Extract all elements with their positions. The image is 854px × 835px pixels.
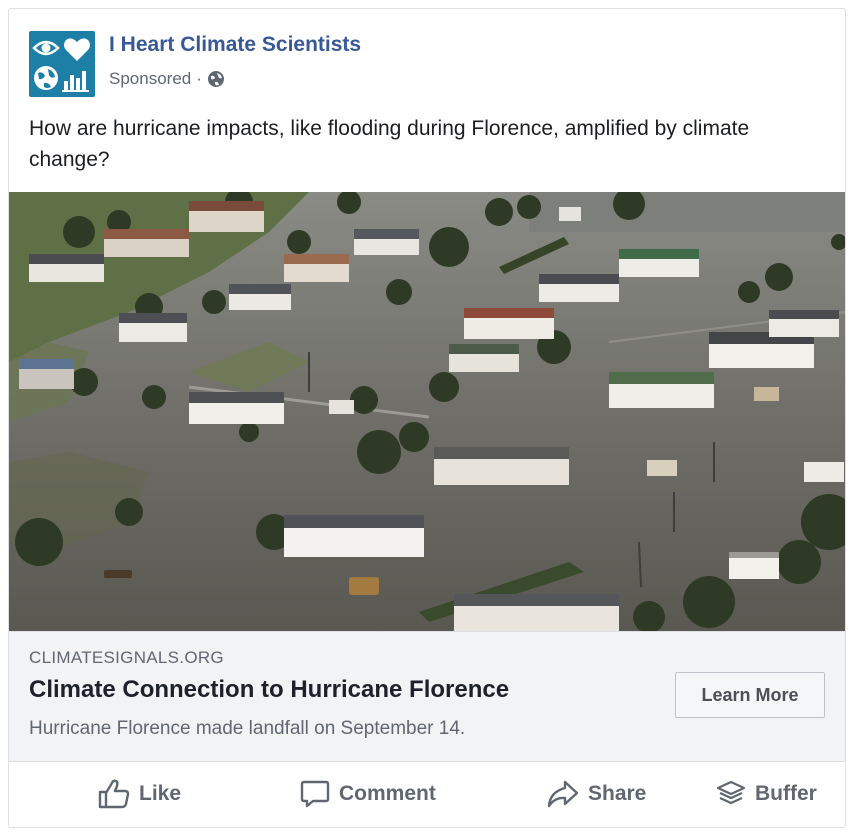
link-headline[interactable]: Climate Connection to Hurricane Florence <box>29 676 509 704</box>
meta-separator: · <box>196 69 202 88</box>
buffer-label: Buffer <box>755 782 817 805</box>
buffer-icon <box>716 780 746 805</box>
post-action-bar: Like Comment Share Buffer <box>9 761 845 827</box>
share-icon <box>547 780 579 808</box>
share-button[interactable]: Share <box>546 761 646 827</box>
page-logo <box>32 38 90 92</box>
link-description: Hurricane Florence made landfall on Sept… <box>29 718 466 739</box>
thumbs-up-icon <box>98 779 130 809</box>
comment-button[interactable]: Comment <box>299 761 436 827</box>
post-meta: Sponsored · <box>109 69 225 89</box>
chart-icon <box>62 71 89 92</box>
link-domain: CLIMATESIGNALS.ORG <box>29 648 224 667</box>
page-avatar[interactable] <box>29 31 95 97</box>
share-label: Share <box>588 782 647 805</box>
page-name-link[interactable]: I Heart Climate Scientists <box>109 33 361 57</box>
heart-icon <box>64 38 90 61</box>
eye-icon <box>32 40 60 56</box>
post-message: How are hurricane impacts, like flooding… <box>29 117 750 171</box>
comment-icon <box>300 780 330 808</box>
flood-aerial-photo[interactable] <box>9 192 845 631</box>
buffer-button[interactable]: Buffer <box>715 761 817 827</box>
learn-more-button[interactable]: Learn More <box>675 672 825 718</box>
public-globe-icon[interactable] <box>207 70 225 88</box>
link-preview[interactable]: CLIMATESIGNALS.ORG Climate Connection to… <box>9 631 845 762</box>
sponsored-label[interactable]: Sponsored <box>109 69 191 89</box>
comment-label: Comment <box>339 782 436 805</box>
globe-icon <box>34 66 58 90</box>
like-label: Like <box>139 782 182 805</box>
post-header: I Heart Climate Scientists Sponsored · <box>29 29 825 99</box>
sponsored-post-card: I Heart Climate Scientists Sponsored · H… <box>8 8 846 828</box>
like-button[interactable]: Like <box>97 761 181 827</box>
